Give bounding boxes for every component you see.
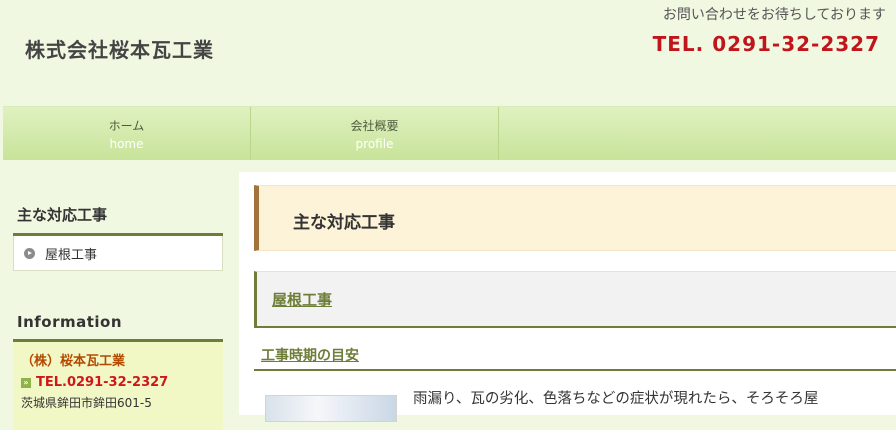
- info-phone[interactable]: » TEL.0291-32-2327: [21, 375, 215, 390]
- nav-item-profile-label: 会社概要: [350, 119, 399, 133]
- header-tagline: お問い合わせをお待ちしております: [662, 7, 886, 23]
- body-text: 雨漏り、瓦の劣化、色落ちなどの症状が現れたら、そろそろ屋: [413, 391, 819, 407]
- info-box: （株）桜本瓦工業 » TEL.0291-32-2327 茨城県鉾田市鉾田601-…: [13, 342, 223, 430]
- site-header: 株式会社桜本瓦工業 お問い合わせをお待ちしております TEL. 0291-32-…: [0, 0, 896, 105]
- nav-item-home-label: ホーム: [108, 119, 145, 133]
- header-phone[interactable]: TEL. 0291-32-2327: [653, 32, 880, 56]
- page-title-box: 主な対応工事: [254, 185, 896, 251]
- nav-item-profile-sublabel: profile: [355, 137, 394, 151]
- circle-arrow-icon: [24, 247, 35, 259]
- page-title: 主な対応工事: [293, 213, 395, 233]
- section-heading: 屋根工事: [254, 271, 896, 328]
- nav-item-home-sublabel: home: [109, 137, 144, 151]
- info-phone-text: TEL.0291-32-2327: [36, 375, 169, 390]
- sidebar-works-heading: 主な対応工事: [13, 190, 223, 236]
- sub-heading-link[interactable]: 工事時期の目安: [261, 345, 359, 365]
- sidebar-item-roofing[interactable]: 屋根工事: [13, 236, 223, 271]
- sidebar-item-label: 屋根工事: [45, 247, 98, 263]
- nav-item-profile[interactable]: 会社概要 profile: [251, 107, 499, 160]
- sidebar: 主な対応工事 屋根工事 Information （株）桜本瓦工業 » TEL.0…: [13, 190, 223, 430]
- info-address: 茨城県鉾田市鉾田601-5: [21, 396, 152, 410]
- site-title[interactable]: 株式会社桜本瓦工業: [25, 34, 214, 63]
- double-chevron-icon: »: [21, 377, 31, 388]
- info-company-name: （株）桜本瓦工業: [21, 354, 126, 369]
- sidebar-info-heading: Information: [13, 313, 223, 342]
- section-heading-link[interactable]: 屋根工事: [272, 289, 332, 310]
- nav-item-home[interactable]: ホーム home: [3, 107, 251, 160]
- sub-heading: 工事時期の目安: [254, 344, 896, 371]
- main-content: 主な対応工事 屋根工事 工事時期の目安 雨漏り、瓦の劣化、色落ちなどの症状が現れ…: [239, 172, 896, 422]
- global-nav: ホーム home 会社概要 profile: [3, 106, 896, 160]
- roof-photo: [265, 395, 397, 422]
